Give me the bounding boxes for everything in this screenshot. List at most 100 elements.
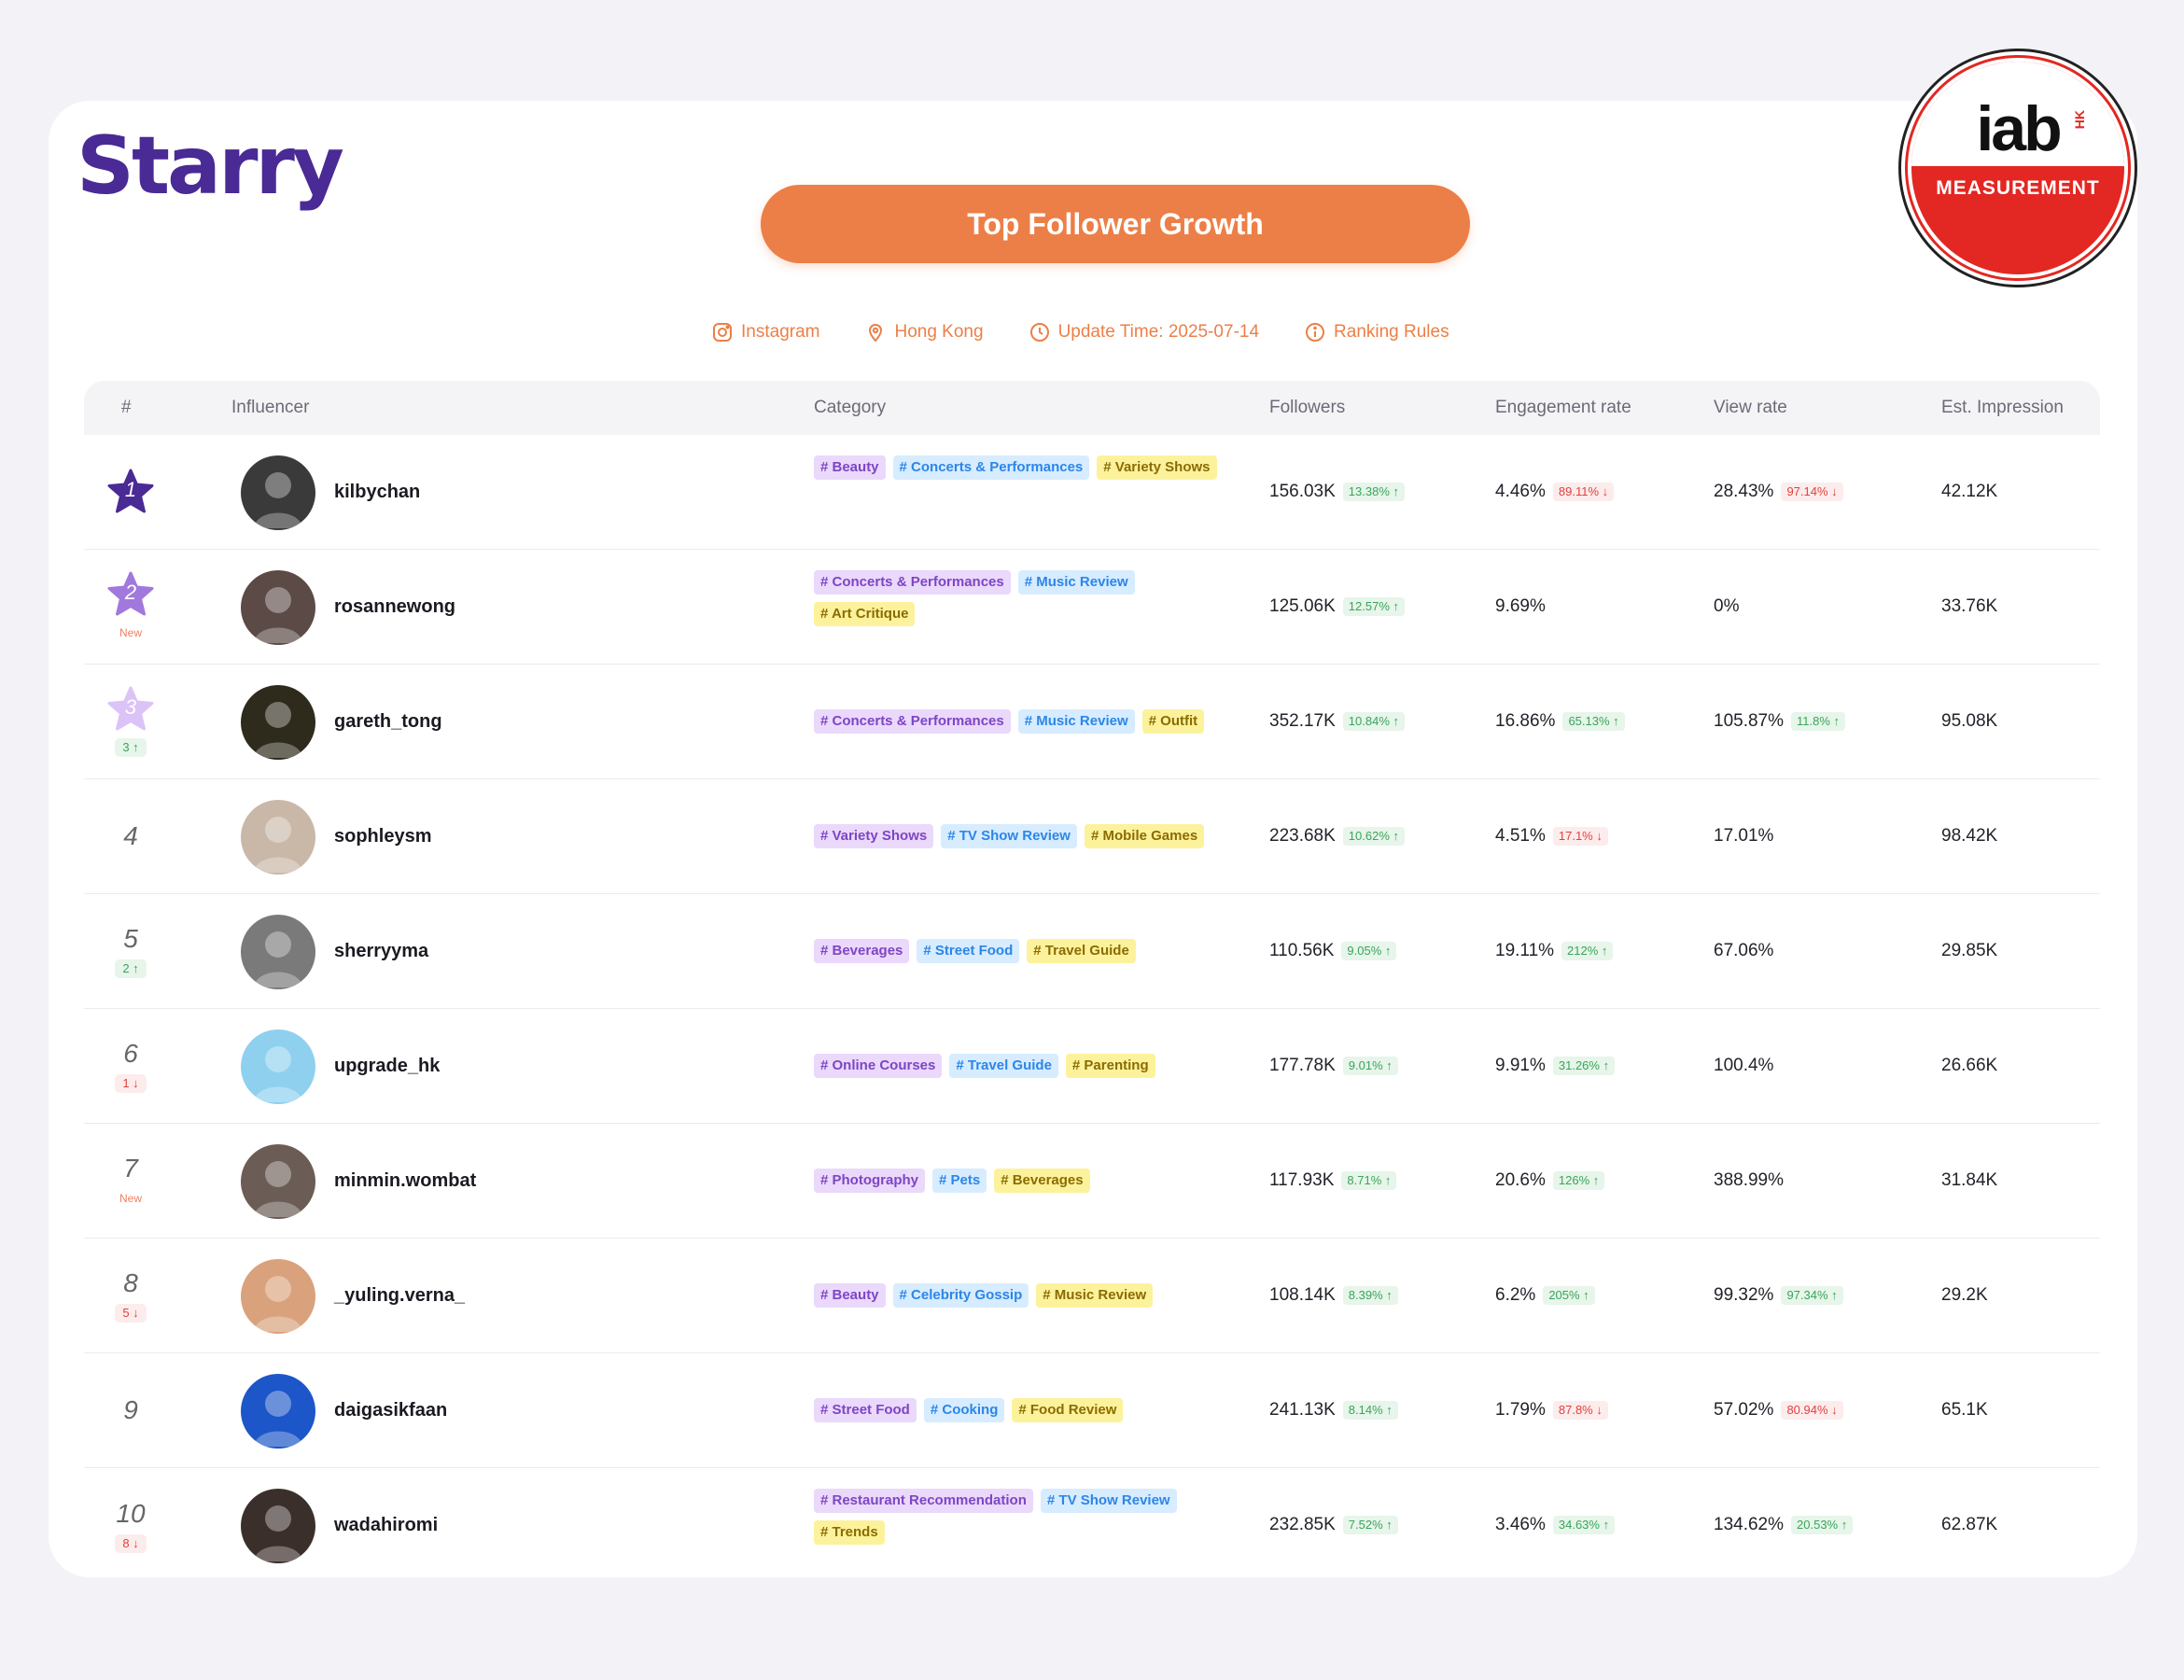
avatar[interactable] bbox=[241, 455, 315, 530]
influencer-handle[interactable]: daigasikfaan bbox=[334, 1400, 447, 1421]
category-tag[interactable]: # Cooking bbox=[923, 1398, 1005, 1422]
influencer-handle[interactable]: minmin.wombat bbox=[334, 1170, 476, 1192]
table-row[interactable]: 61 ↓ upgrade_hk # Online Courses # Travel… bbox=[84, 1009, 2100, 1124]
followers-value: 117.93K bbox=[1269, 1170, 1335, 1190]
avatar[interactable] bbox=[241, 1374, 315, 1449]
category-tag[interactable]: # TV Show Review bbox=[941, 824, 1077, 848]
rank-change-badge: 3 ↑ bbox=[115, 738, 147, 757]
category-tag[interactable]: # Travel Guide bbox=[949, 1054, 1058, 1078]
category-tag[interactable]: # Music Review bbox=[1017, 709, 1135, 734]
category-tag[interactable]: # Beauty bbox=[814, 1283, 886, 1308]
impression-value: 65.1K bbox=[1941, 1400, 1988, 1420]
table-row[interactable]: 7 New minmin.wombat # Photography # Pets # … bbox=[84, 1124, 2100, 1239]
ranking-rules-link[interactable]: Ranking Rules bbox=[1304, 321, 1449, 343]
category-tag[interactable]: # Street Food bbox=[814, 1398, 917, 1422]
avatar-person-icon bbox=[254, 702, 302, 758]
rank-cell: 7 New bbox=[84, 1124, 177, 1238]
view-rate-cell: 388.99% bbox=[1714, 1170, 1784, 1191]
category-tags: # Beauty # Concerts & Performances # Varie… bbox=[814, 455, 1243, 480]
category-tag[interactable]: # Art Critique bbox=[814, 602, 916, 626]
followers-cell: 110.56K 9.05% ↑ bbox=[1269, 941, 1397, 961]
category-tag[interactable]: # TV Show Review bbox=[1040, 1489, 1177, 1513]
influencer-handle[interactable]: wadahiromi bbox=[334, 1515, 438, 1536]
table-row[interactable]: 9 daigasikfaan # Street Food # Cooking # F… bbox=[84, 1353, 2100, 1468]
influencer-handle[interactable]: upgrade_hk bbox=[334, 1056, 440, 1077]
influencer-handle[interactable]: sherryyma bbox=[334, 941, 428, 962]
rank-change-badge: New bbox=[119, 626, 142, 639]
category-tag[interactable]: # Variety Shows bbox=[814, 824, 934, 848]
category-tag[interactable]: # Beverages bbox=[994, 1169, 1090, 1193]
page-title: Top Follower Growth bbox=[761, 185, 1470, 263]
category-tag[interactable]: # Parenting bbox=[1065, 1054, 1155, 1078]
view-rate-value: 105.87% bbox=[1714, 711, 1785, 731]
category-tag[interactable]: # Beverages bbox=[814, 939, 910, 963]
category-tag[interactable]: # Outfit bbox=[1141, 709, 1205, 734]
influencer-handle[interactable]: gareth_tong bbox=[334, 711, 442, 733]
category-tag[interactable]: # Concerts & Performances bbox=[892, 455, 1090, 480]
category-tag[interactable]: # Mobile Games bbox=[1084, 824, 1205, 848]
table-row[interactable]: 85 ↓ _yuling.verna_ # Beauty # Celebrity … bbox=[84, 1239, 2100, 1353]
category-tag[interactable]: # Online Courses bbox=[814, 1054, 943, 1078]
avatar-person-icon bbox=[254, 587, 302, 643]
category-tags: # Beverages # Street Food # Travel Guide bbox=[814, 939, 1243, 963]
rank-cell: 2 New bbox=[84, 550, 177, 664]
view-rate-value: 67.06% bbox=[1714, 941, 1774, 960]
iab-badge-inner: iab HK MEASUREMENT bbox=[1905, 55, 2131, 281]
avatar[interactable] bbox=[241, 1144, 315, 1219]
view-rate-change: 97.34% ↑ bbox=[1781, 1286, 1843, 1305]
view-rate-change: 80.94% ↓ bbox=[1781, 1401, 1843, 1420]
avatar[interactable] bbox=[241, 800, 315, 875]
category-tag[interactable]: # Pets bbox=[932, 1169, 987, 1193]
category-tags: # Variety Shows # TV Show Review # Mobile … bbox=[814, 824, 1243, 848]
avatar[interactable] bbox=[241, 1029, 315, 1104]
category-tag[interactable]: # Travel Guide bbox=[1027, 939, 1136, 963]
influencer-handle[interactable]: kilbychan bbox=[334, 482, 420, 503]
category-tag[interactable]: # Concerts & Performances bbox=[814, 570, 1011, 595]
table-row[interactable]: 4 sophleysm # Variety Shows # TV Show Rev… bbox=[84, 779, 2100, 894]
rank-cell: 4 bbox=[84, 779, 177, 893]
avatar[interactable] bbox=[241, 915, 315, 989]
category-tag[interactable]: # Beauty bbox=[814, 455, 886, 480]
engagement-value: 19.11% bbox=[1495, 941, 1555, 960]
followers-cell: 352.17K 10.84% ↑ bbox=[1269, 711, 1405, 732]
category-tag[interactable]: # Food Review bbox=[1012, 1398, 1124, 1422]
avatar-person-icon bbox=[254, 1276, 302, 1332]
category-tag[interactable]: # Music Review bbox=[1036, 1283, 1154, 1308]
avatar[interactable] bbox=[241, 570, 315, 645]
followers-change: 13.38% ↑ bbox=[1342, 483, 1405, 501]
view-rate-cell: 28.43% 97.14% ↓ bbox=[1714, 482, 1843, 502]
platform-filter[interactable]: Instagram bbox=[711, 321, 819, 343]
avatar[interactable] bbox=[241, 685, 315, 760]
influencer-handle[interactable]: sophleysm bbox=[334, 826, 431, 847]
category-tag[interactable]: # Street Food bbox=[917, 939, 1020, 963]
table-row[interactable]: 10 8 ↓ wadahiromi # Restaurant Recommenda… bbox=[84, 1468, 2100, 1577]
table-row[interactable]: 52 ↑ sherryyma # Beverages # Street Food #… bbox=[84, 894, 2100, 1009]
influencer-handle[interactable]: _yuling.verna_ bbox=[334, 1285, 465, 1307]
rank-change-badge: 2 ↑ bbox=[115, 959, 147, 978]
category-tag[interactable]: # Celebrity Gossip bbox=[892, 1283, 1029, 1308]
view-rate-change: 97.14% ↓ bbox=[1781, 483, 1843, 501]
category-tag[interactable]: # Trends bbox=[814, 1520, 885, 1545]
rank-cell: 61 ↓ bbox=[84, 1009, 177, 1123]
category-tag[interactable]: # Variety Shows bbox=[1097, 455, 1217, 480]
category-tag[interactable]: # Music Review bbox=[1017, 570, 1135, 595]
engagement-change: 89.11% ↓ bbox=[1552, 483, 1615, 501]
category-tag[interactable]: # Photography bbox=[814, 1169, 926, 1193]
avatar[interactable] bbox=[241, 1259, 315, 1334]
influencer-handle[interactable]: rosannewong bbox=[334, 596, 455, 618]
category-tag[interactable]: # Concerts & Performances bbox=[814, 709, 1011, 734]
followers-cell: 177.78K 9.01% ↑ bbox=[1269, 1056, 1398, 1076]
rank-change-badge: 1 ↓ bbox=[115, 1074, 147, 1093]
col-view-rate: View rate bbox=[1714, 398, 1787, 417]
avatar[interactable] bbox=[241, 1489, 315, 1563]
followers-value: 125.06K bbox=[1269, 596, 1336, 616]
category-tag[interactable]: # Restaurant Recommendation bbox=[814, 1489, 1033, 1513]
table-row[interactable]: 2 New rosannewong # Concerts & Performan… bbox=[84, 550, 2100, 665]
category-tags: # Photography # Pets # Beverages bbox=[814, 1169, 1243, 1193]
impression-value: 98.42K bbox=[1941, 826, 1998, 846]
region-filter[interactable]: Hong Kong bbox=[864, 321, 984, 343]
table-row[interactable]: 3 3 ↑ gareth_tong # Concerts & Performan… bbox=[84, 665, 2100, 779]
starry-logo[interactable]: Starry bbox=[77, 119, 344, 213]
followers-change: 9.05% ↑ bbox=[1341, 942, 1397, 960]
table-row[interactable]: 1 kilbychan # Beauty # Concerts & Perform… bbox=[84, 435, 2100, 550]
